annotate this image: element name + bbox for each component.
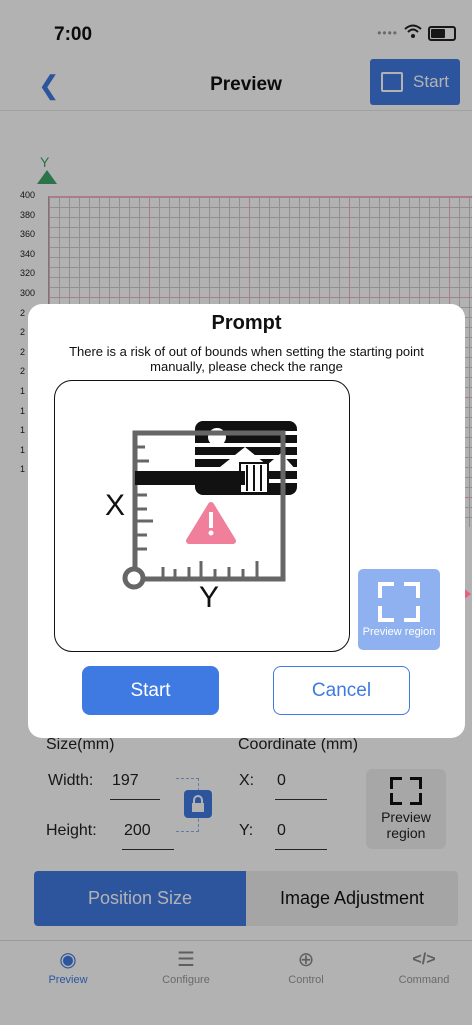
illustration-x-label: X (105, 489, 126, 522)
out-of-bounds-illustration: X Y (54, 380, 350, 652)
illustration-y-label: Y (199, 581, 220, 614)
dialog-start-button[interactable]: Start (82, 666, 219, 715)
preview-region-icon (378, 581, 420, 622)
dialog-message: There is a risk of out of bounds when se… (69, 344, 424, 374)
dialog-title: Prompt (211, 312, 282, 334)
dialog-cancel-button[interactable]: Cancel (273, 666, 410, 715)
dialog-preview-region-button[interactable]: Preview region (358, 569, 440, 650)
dialog-preview-region-label: Preview region (362, 625, 436, 638)
